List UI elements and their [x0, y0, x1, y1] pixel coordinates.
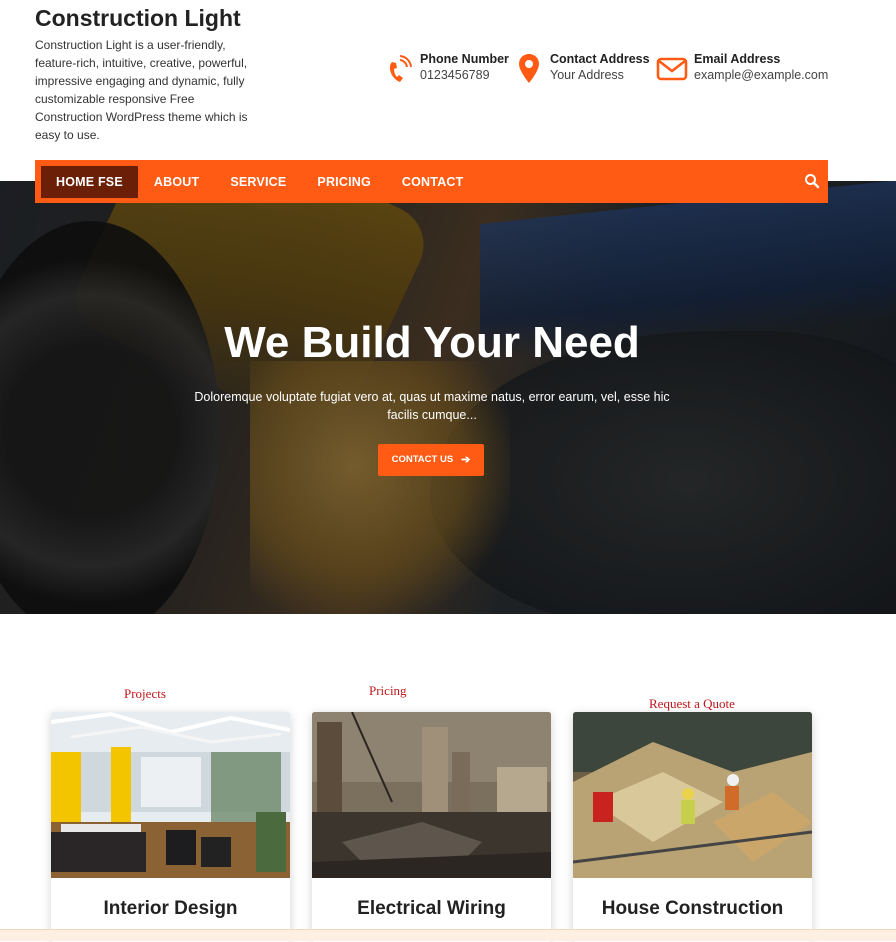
- phone-contact: Phone Number 0123456789: [384, 52, 509, 86]
- nav-item-service[interactable]: SERVICE: [215, 166, 301, 198]
- email-contact: Email Address example@example.com: [656, 52, 828, 86]
- house-construction-image: [573, 712, 812, 878]
- house-construction-illustration: [573, 712, 812, 878]
- map-pin-icon: [519, 54, 539, 83]
- interior-design-title: Interior Design: [103, 898, 238, 919]
- arrow-right-icon: ➔: [461, 454, 471, 466]
- hero-banner: We Build Your Need Doloremque voluptate …: [0, 181, 896, 614]
- envelope-icon: [656, 57, 688, 81]
- nav-item-home-fse[interactable]: HOME FSE: [41, 165, 138, 198]
- house-construction-title: House Construction: [601, 898, 784, 919]
- bottom-notice-strip: [0, 929, 896, 941]
- electrical-wiring-title: Electrical Wiring: [357, 898, 506, 919]
- email-value[interactable]: example@example.com: [694, 67, 828, 84]
- electrical-wiring-illustration: [312, 712, 551, 878]
- service-card-house-construction[interactable]: House Construction: [573, 712, 812, 942]
- site-description: Construction Light is a user-friendly, f…: [35, 38, 248, 142]
- service-card-electrical-wiring[interactable]: Electrical Wiring: [312, 712, 551, 942]
- email-title: Email Address: [694, 52, 781, 66]
- site-title[interactable]: Construction Light: [35, 4, 265, 32]
- hero-text: Doloremque voluptate fugiat vero at, qua…: [194, 390, 670, 422]
- interior-design-image: [51, 712, 290, 878]
- interior-design-illustration: [51, 712, 290, 878]
- pricing-label[interactable]: Pricing: [369, 683, 407, 699]
- site-branding: Construction Light Construction Light is…: [35, 4, 265, 144]
- request-quote-label[interactable]: Request a Quote: [649, 696, 735, 712]
- phone-title: Phone Number: [420, 52, 509, 66]
- phone-value[interactable]: 0123456789: [420, 67, 509, 84]
- address-contact: Contact Address Your Address: [514, 52, 650, 86]
- electrical-wiring-image: [312, 712, 551, 878]
- contact-us-label: CONTACT US: [391, 454, 454, 465]
- site-header: Construction Light Construction Light is…: [0, 0, 896, 160]
- nav-item-about[interactable]: ABOUT: [139, 166, 214, 198]
- search-icon[interactable]: [804, 173, 820, 189]
- contact-us-button[interactable]: CONTACT US ➔: [378, 444, 484, 476]
- projects-label[interactable]: Projects: [124, 686, 166, 702]
- nav-item-pricing[interactable]: PRICING: [302, 166, 386, 198]
- service-card-interior-design[interactable]: Interior Design: [51, 712, 290, 942]
- address-title: Contact Address: [550, 52, 650, 66]
- phone-icon: [389, 55, 412, 82]
- nav-item-contact[interactable]: CONTACT: [387, 166, 479, 198]
- address-value: Your Address: [550, 68, 624, 82]
- hero-title: We Build Your Need: [224, 318, 640, 367]
- main-navigation: HOME FSE ABOUT SERVICE PRICING CONTACT: [35, 160, 828, 203]
